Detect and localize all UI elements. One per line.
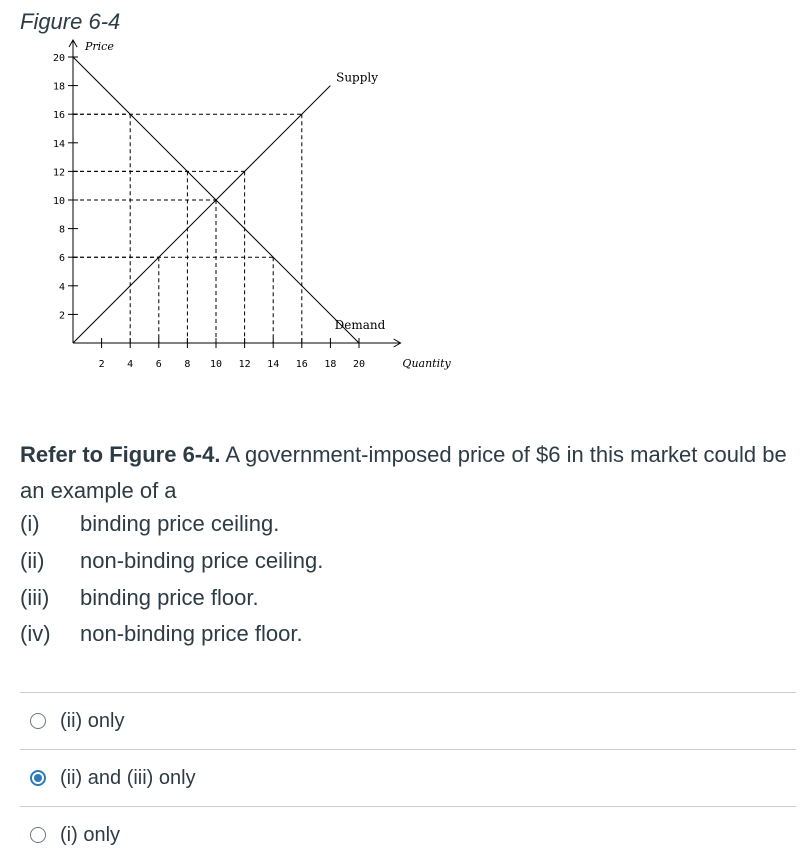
radio-button[interactable]	[30, 713, 46, 729]
statement-text: binding price ceiling.	[80, 511, 280, 536]
statement-number: (i)	[20, 511, 40, 536]
x-tick-label: 6	[156, 359, 162, 370]
y-tick-label: 16	[53, 110, 65, 121]
x-tick-label: 10	[210, 359, 222, 370]
x-tick-label: 4	[127, 359, 133, 370]
y-tick-label: 4	[59, 282, 65, 293]
x-tick-label: 8	[184, 359, 190, 370]
question-reference: Refer to Figure 6-4.	[20, 442, 221, 467]
answer-option[interactable]: (ii) and (iii) only	[20, 750, 796, 806]
answer-label: (ii) and (iii) only	[60, 766, 196, 789]
y-tick-label: 2	[59, 310, 65, 321]
demand-label: Demand	[335, 318, 386, 332]
statement-text: non-binding price ceiling.	[80, 548, 324, 573]
statement-number: (iii)	[20, 585, 50, 610]
answer-option[interactable]: (ii) only	[20, 693, 796, 749]
statement-number: (ii)	[20, 548, 45, 573]
figure-title: Figure 6-4	[20, 9, 121, 34]
x-tick-label: 20	[353, 359, 365, 370]
y-tick-label: 12	[53, 167, 65, 178]
x-tick-label: 2	[99, 359, 105, 370]
statement-number: (iv)	[20, 621, 51, 646]
supply-curve	[72, 85, 331, 344]
y-tick-label: 10	[53, 196, 65, 207]
radio-button[interactable]	[30, 827, 46, 843]
y-axis-label: Price	[84, 40, 114, 53]
x-tick-label: 12	[239, 359, 251, 370]
y-tick-label: 14	[53, 139, 65, 150]
answer-label: (i) only	[60, 823, 121, 846]
y-tick-label: 18	[53, 82, 65, 93]
question-text: Refer to Figure 6-4. A government-impose…	[20, 437, 790, 509]
y-tick-label: 20	[53, 53, 65, 64]
x-tick-label: 14	[267, 359, 279, 370]
answer-label: (ii) only	[60, 709, 125, 732]
radio-button[interactable]	[30, 770, 46, 786]
x-axis-label: Quantity	[402, 357, 451, 370]
y-tick-label: 8	[59, 225, 65, 236]
statement-text: non-binding price floor.	[80, 621, 303, 646]
supply-demand-chart: 2 4 6 8 10 12 14 16 18 20 2 4 6 8 10 12 14 16 18 20 Supply De…	[53, 38, 452, 370]
supply-label: Supply	[336, 71, 378, 85]
x-tick-label: 18	[324, 359, 336, 370]
x-tick-label: 16	[296, 359, 308, 370]
statement-text: binding price floor.	[80, 585, 259, 610]
y-tick-label: 6	[59, 253, 65, 264]
answer-option[interactable]: (i) only	[20, 807, 796, 863]
